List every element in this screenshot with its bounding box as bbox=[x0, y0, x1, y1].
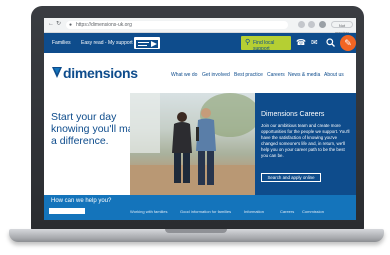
profile-icon[interactable] bbox=[319, 21, 326, 28]
hero-section: Start your day knowing you'll make a dif… bbox=[44, 93, 356, 195]
find-local-support-button[interactable]: ⚲ Find local support bbox=[241, 36, 291, 52]
site-topbar: Families Easy read - My support ⚲ Find l… bbox=[44, 33, 356, 53]
laptop-notch bbox=[165, 229, 227, 233]
careers-title: Dimensions Careers bbox=[261, 111, 325, 118]
search-and-apply-button[interactable]: Search and apply online bbox=[261, 173, 321, 182]
laptop-screen: ← ↻ ● https://dimensions-uk.org Not sync… bbox=[44, 18, 356, 220]
site-header: dimensions What we do Get involved Best … bbox=[44, 53, 356, 93]
nav-what-we-do[interactable]: What we do bbox=[171, 72, 197, 78]
lock-icon: ● bbox=[69, 22, 73, 28]
help-title: How can we help you? bbox=[51, 198, 112, 204]
hero-photo bbox=[130, 93, 255, 195]
bookmark-star-icon[interactable] bbox=[308, 21, 315, 28]
address-bar[interactable]: ● https://dimensions-uk.org bbox=[66, 21, 288, 29]
help-tab-good-information[interactable]: Good information for families bbox=[180, 209, 231, 214]
nav-get-involved[interactable]: Get involved bbox=[202, 72, 230, 78]
extension-icon[interactable] bbox=[298, 21, 305, 28]
phone-icon[interactable]: ☎ bbox=[296, 38, 306, 48]
sync-status-button[interactable]: Not syncing bbox=[331, 21, 353, 35]
accessibility-icon[interactable]: ✎ bbox=[340, 35, 356, 51]
help-section: How can we help you? Working with famili… bbox=[44, 195, 356, 220]
email-icon[interactable]: ✉ bbox=[311, 38, 318, 48]
topbar-link-easy-read[interactable]: Easy read - My support bbox=[81, 40, 133, 46]
nav-about-us[interactable]: About us bbox=[324, 72, 344, 78]
nav-best-practice[interactable]: Best practice bbox=[234, 72, 263, 78]
careers-body-text: Join our ambitious team and create more … bbox=[261, 123, 350, 158]
help-tab-careers[interactable]: Careers bbox=[280, 209, 294, 214]
help-tab-commission[interactable]: Commission bbox=[302, 209, 324, 214]
location-pin-icon: ⚲ bbox=[245, 39, 251, 46]
disability-confident-logo bbox=[134, 37, 160, 49]
nav-careers[interactable]: Careers bbox=[267, 72, 285, 78]
search-icon[interactable] bbox=[326, 38, 335, 50]
logo-wordmark: dimensions bbox=[63, 65, 138, 81]
careers-panel: Dimensions Careers Join our ambitious te… bbox=[255, 93, 356, 195]
help-tab-active[interactable] bbox=[49, 208, 85, 214]
topbar-link-families[interactable]: Families bbox=[52, 40, 71, 46]
browser-toolbar: ← ↻ ● https://dimensions-uk.org Not sync… bbox=[44, 18, 356, 35]
nav-news-media[interactable]: News & media bbox=[288, 72, 320, 78]
address-url: https://dimensions-uk.org bbox=[76, 22, 132, 28]
find-local-support-label: Find local support bbox=[253, 40, 275, 52]
help-tab-working-with-families[interactable]: Working with families bbox=[130, 209, 168, 214]
refresh-icon[interactable]: ↻ bbox=[56, 21, 61, 28]
help-tab-information[interactable]: Information bbox=[244, 209, 264, 214]
back-icon[interactable]: ← bbox=[48, 21, 54, 28]
logo-mark-icon bbox=[52, 67, 62, 78]
